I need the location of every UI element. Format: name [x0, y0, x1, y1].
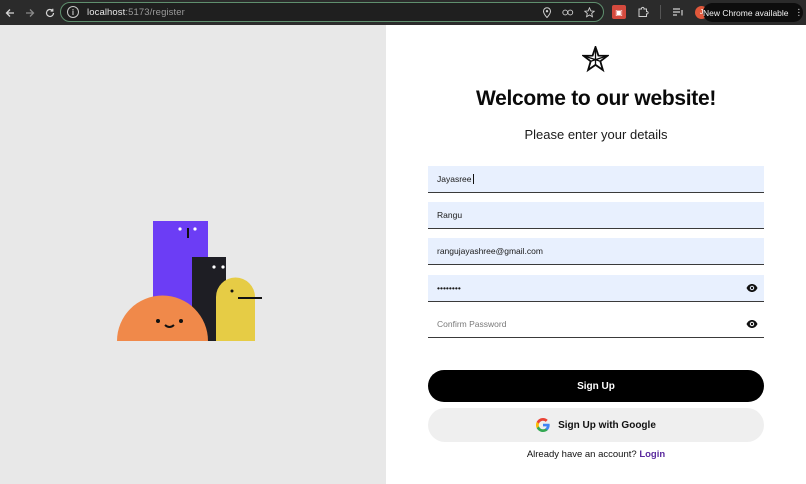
- login-prompt-row: Already have an account? Login: [526, 449, 666, 460]
- google-logo-icon: [536, 418, 550, 432]
- bookmark-star-icon[interactable]: [583, 6, 595, 18]
- first-name-input[interactable]: Jayasree: [428, 166, 764, 193]
- reload-button[interactable]: [40, 0, 60, 25]
- browser-toolbar: i localhost:5173/register ▣ J New Chrome…: [0, 0, 806, 25]
- show-password-eye-icon[interactable]: [746, 283, 758, 293]
- confirm-password-input[interactable]: Confirm Password: [428, 311, 764, 338]
- show-confirm-password-eye-icon[interactable]: [746, 319, 758, 329]
- back-button[interactable]: [0, 0, 20, 25]
- page-title: Welcome to our website!: [475, 87, 717, 110]
- forward-button[interactable]: [20, 0, 40, 25]
- illustration-panel: [0, 25, 386, 484]
- text-caret: [472, 174, 474, 184]
- media-controls-icon[interactable]: [671, 5, 685, 19]
- register-panel: Welcome to our website! Please enter you…: [386, 25, 806, 484]
- location-pin-icon[interactable]: [541, 6, 553, 18]
- characters-illustration: [117, 221, 262, 341]
- address-bar[interactable]: i localhost:5173/register: [60, 2, 604, 22]
- reload-icon: [45, 8, 55, 17]
- url-text: localhost:5173/register: [87, 6, 185, 18]
- kebab-menu-icon: ⋮: [794, 7, 804, 17]
- password-input[interactable]: ••••••••: [428, 275, 764, 302]
- star-logo-icon: [582, 46, 609, 73]
- last-name-input[interactable]: Rangu: [428, 202, 764, 229]
- email-input[interactable]: rangujayashree@gmail.com: [428, 238, 764, 265]
- forward-arrow-icon: [26, 8, 35, 17]
- page-subtitle: Please enter your details: [524, 127, 668, 142]
- sign-up-button[interactable]: Sign Up: [428, 370, 764, 402]
- extension-red-icon[interactable]: ▣: [612, 5, 626, 19]
- back-arrow-icon: [5, 8, 14, 17]
- password-key-icon[interactable]: [562, 6, 574, 18]
- toolbar-divider: [660, 5, 661, 19]
- site-info-icon[interactable]: i: [67, 6, 79, 18]
- google-sign-up-button[interactable]: Sign Up with Google: [428, 408, 764, 442]
- extensions-puzzle-icon[interactable]: [636, 5, 650, 19]
- chrome-update-button[interactable]: New Chrome available ⋮: [703, 3, 803, 22]
- login-link[interactable]: Login: [639, 449, 665, 460]
- yellow-character: [216, 277, 255, 341]
